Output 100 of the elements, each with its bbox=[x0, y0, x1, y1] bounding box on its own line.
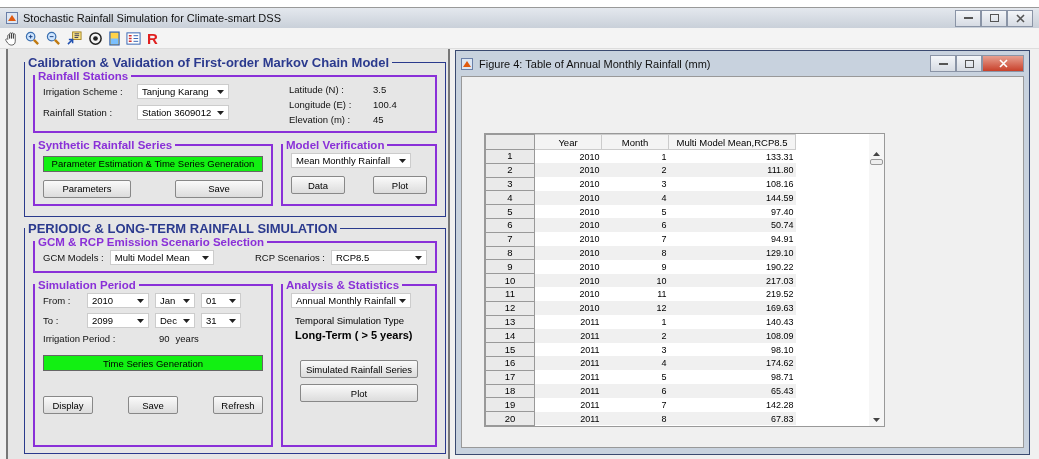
table-cell: 144.59 bbox=[668, 190, 796, 205]
dropdown[interactable]: Tanjung Karang bbox=[137, 84, 229, 99]
colorbar-icon[interactable] bbox=[109, 30, 120, 46]
action-button[interactable]: Display bbox=[43, 396, 93, 414]
caret-icon bbox=[183, 298, 190, 303]
action-button[interactable]: Refresh bbox=[213, 396, 263, 414]
minimize-icon bbox=[938, 62, 948, 65]
table-cell: 2010 bbox=[534, 259, 602, 274]
caret-icon bbox=[137, 298, 144, 303]
scroll-up-icon[interactable] bbox=[873, 152, 880, 156]
table-cell: 169.63 bbox=[668, 301, 796, 316]
close-button[interactable] bbox=[1007, 9, 1033, 27]
legend-icon[interactable] bbox=[126, 30, 141, 46]
table-cell: 9 bbox=[601, 259, 669, 274]
dropdown[interactable]: Annual Monthly Rainfall bbox=[291, 293, 411, 308]
table-cell: 111.80 bbox=[668, 163, 796, 178]
panel-title: Model Verification bbox=[285, 139, 386, 151]
table-cell: 174.62 bbox=[668, 356, 796, 371]
close-icon bbox=[998, 59, 1008, 68]
table-cell: 190.22 bbox=[668, 259, 796, 274]
close-icon bbox=[1015, 13, 1025, 23]
app-icon bbox=[461, 57, 473, 70]
caret-icon bbox=[183, 318, 190, 323]
caret-icon bbox=[229, 298, 236, 303]
table-cell: 12 bbox=[601, 301, 669, 316]
caret-icon bbox=[229, 318, 236, 323]
close-button[interactable] bbox=[982, 55, 1024, 72]
table-cell: 2011 bbox=[534, 397, 602, 412]
table-cell: 129.10 bbox=[668, 246, 796, 260]
zoom-in-icon[interactable] bbox=[25, 30, 40, 46]
dropdown[interactable]: Mean Monthly Rainfall bbox=[291, 153, 411, 168]
dropdown[interactable]: Dec bbox=[155, 313, 195, 328]
zoom-out-icon[interactable] bbox=[46, 30, 61, 46]
table-cell: 6 bbox=[601, 218, 669, 233]
table-cell: 2010 bbox=[534, 273, 602, 288]
type-label: Temporal Simulation Type bbox=[295, 315, 406, 326]
action-button[interactable]: Plot bbox=[373, 176, 427, 194]
action-button[interactable]: Plot bbox=[300, 384, 418, 402]
dropdown[interactable]: 2099 bbox=[87, 313, 149, 328]
maximize-button[interactable] bbox=[981, 9, 1007, 27]
dropdown[interactable]: 2010 bbox=[87, 293, 149, 308]
action-button[interactable]: Save bbox=[128, 396, 178, 414]
app-icon bbox=[6, 12, 18, 24]
table-cell: 217.03 bbox=[668, 273, 796, 288]
generate-button[interactable]: Parameter Estimation & Time Series Generation bbox=[43, 155, 263, 172]
table-cell: 97.40 bbox=[668, 204, 796, 219]
window-title: Figure 4: Table of Annual Monthly Rainfall (mm) bbox=[479, 57, 711, 70]
scroll-down-icon[interactable] bbox=[873, 417, 880, 422]
action-button[interactable]: Save bbox=[175, 179, 263, 198]
table-cell: 108.16 bbox=[668, 177, 796, 191]
field-label: GCM Models : bbox=[43, 252, 104, 263]
table-cell: 67.83 bbox=[668, 411, 796, 426]
maximize-button[interactable] bbox=[956, 55, 982, 72]
caret-icon bbox=[217, 89, 224, 94]
dropdown[interactable]: Jan bbox=[155, 293, 195, 308]
table-cell: 7 bbox=[601, 232, 669, 247]
table-cell: 11 bbox=[601, 287, 669, 302]
panel-title: GCM & RCP Emission Scenario Selection bbox=[37, 236, 265, 248]
panel-title: Rainfall Stations bbox=[37, 70, 130, 82]
table-cell: 2010 bbox=[534, 163, 602, 178]
table-cell: 4 bbox=[601, 190, 669, 205]
dropdown[interactable]: Station 3609012 bbox=[137, 105, 229, 120]
table-cell: 8 bbox=[601, 246, 669, 260]
period-unit: years bbox=[175, 333, 199, 344]
field-label: RCP Scenarios : bbox=[254, 252, 325, 263]
table-cell: 2011 bbox=[534, 328, 602, 343]
dropdown[interactable]: RCP8.5 bbox=[331, 250, 427, 265]
type-value: Long-Term ( > 5 years) bbox=[295, 329, 414, 341]
scrollbar[interactable] bbox=[869, 134, 884, 426]
minimize-button[interactable] bbox=[955, 9, 981, 27]
data-cursor-icon[interactable] bbox=[67, 30, 82, 46]
action-button[interactable]: Simulated Rainfall Series bbox=[300, 360, 418, 378]
table-cell: 2010 bbox=[534, 246, 602, 260]
table-cell: 6 bbox=[601, 384, 669, 398]
minimize-button[interactable] bbox=[930, 55, 956, 72]
caret-icon bbox=[201, 255, 209, 260]
rotate-icon[interactable] bbox=[88, 30, 103, 46]
table-cell: 2011 bbox=[534, 411, 602, 426]
table-cell: 8 bbox=[601, 411, 669, 426]
column-header: Year bbox=[534, 134, 602, 150]
dropdown[interactable]: 31 bbox=[201, 313, 241, 328]
action-button[interactable]: Data bbox=[291, 176, 345, 194]
toolbar-r-label[interactable]: R bbox=[147, 29, 158, 47]
hand-icon[interactable] bbox=[4, 30, 19, 46]
panel-title: Analysis & Statistics bbox=[285, 279, 401, 291]
generate-button[interactable]: Time Series Generation bbox=[43, 355, 263, 371]
action-button[interactable]: Parameters bbox=[43, 179, 131, 198]
info-value: 45 bbox=[373, 114, 384, 125]
table-cell: 1 bbox=[601, 315, 669, 329]
table-cell: 133.31 bbox=[668, 149, 796, 164]
dropdown[interactable]: Multi Model Mean bbox=[109, 250, 214, 265]
table-cell: 50.74 bbox=[668, 218, 796, 233]
table-cell: 10 bbox=[601, 273, 669, 288]
table-cell: 2010 bbox=[534, 149, 602, 164]
table-cell: 2010 bbox=[534, 301, 602, 316]
period-value: 90 bbox=[159, 333, 170, 344]
dropdown[interactable]: 01 bbox=[201, 293, 241, 308]
scroll-thumb[interactable] bbox=[870, 159, 883, 165]
info-value: 100.4 bbox=[373, 99, 397, 110]
table-cell: 4 bbox=[601, 356, 669, 371]
